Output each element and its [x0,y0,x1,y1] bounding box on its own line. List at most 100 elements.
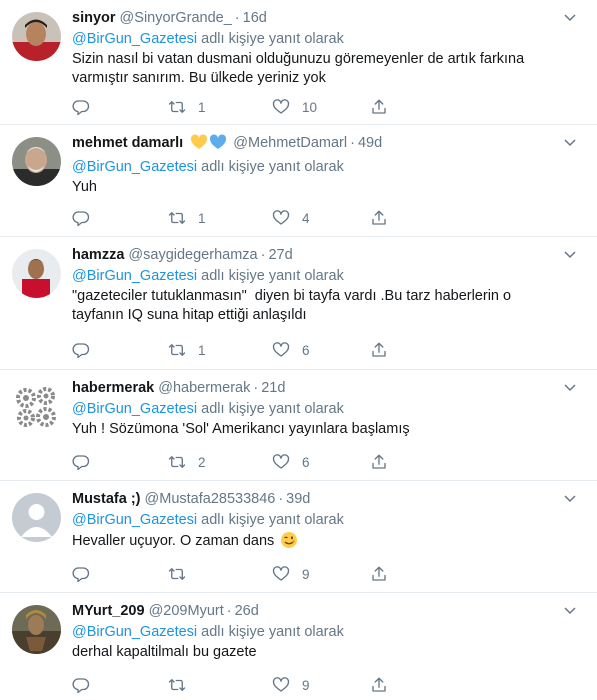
display-name[interactable]: Mustafa ;) [72,491,140,507]
display-name[interactable]: habermerak [72,380,154,396]
timestamp[interactable]: 39d [286,491,310,507]
user-handle[interactable]: @209Myurt [149,603,224,619]
reply-button[interactable] [72,209,102,227]
user-handle[interactable]: @habermerak [158,380,250,396]
heart-icon [272,677,290,692]
tweet-actions: 1 4 [72,209,402,227]
user-handle[interactable]: @SinyorGrande_ [120,10,232,26]
share-button[interactable] [370,341,388,359]
avatar[interactable] [12,382,61,431]
like-count: 10 [302,99,318,115]
more-options-button[interactable] [563,491,577,505]
reply-context-label: adlı kişiye yanıt olarak [197,624,344,640]
reply-button[interactable] [72,565,102,583]
avatar[interactable] [12,493,61,542]
tweet[interactable]: MYurt_209 @209Myurt · 26d @BirGun_Gazetesi… [0,593,597,700]
tweet[interactable]: mehmet damarlı @MehmetDamarl · 49d @BirGun… [0,125,597,237]
like-button[interactable]: 9 [272,565,310,583]
retweet-button[interactable]: 1 [168,209,206,227]
share-button[interactable] [370,676,388,694]
tweet-text: derhal kapaltilmalı bu gazete [72,644,257,660]
tweet-body: mehmet damarlı @MehmetDamarl · 49d @BirGun… [72,133,557,197]
display-name[interactable]: hamzza [72,247,124,263]
mention-link[interactable]: @BirGun_Gazetesi [72,401,197,417]
timestamp[interactable]: 27d [268,247,292,263]
reply-icon [72,455,90,471]
reply-icon [72,100,90,116]
retweet-button[interactable] [168,676,198,694]
mention-link[interactable]: @BirGun_Gazetesi [72,159,197,175]
share-button[interactable] [370,565,388,583]
display-name[interactable]: sinyor [72,10,116,26]
tweet[interactable]: habermerak @habermerak · 21d @BirGun_Gazet… [0,370,597,481]
like-button[interactable]: 4 [272,209,310,227]
like-count: 9 [302,677,310,693]
retweet-icon [168,101,186,113]
user-handle[interactable]: @Mustafa28533846 [145,491,276,507]
retweet-button[interactable] [168,565,198,583]
tweet-header: mehmet damarlı @MehmetDamarl · 49d [72,133,557,156]
tweet-body: hamzza @saygidegerhamza · 27d @BirGun_Gaze… [72,245,557,325]
mention-link[interactable]: @BirGun_Gazetesi [72,268,197,284]
like-button[interactable]: 9 [272,676,310,694]
like-button[interactable]: 6 [272,341,310,359]
user-handle[interactable]: @MehmetDamarl [233,135,347,151]
avatar[interactable] [12,12,61,61]
timestamp[interactable]: 16d [243,10,267,26]
timestamp[interactable]: 49d [358,135,382,151]
retweet-button[interactable]: 2 [168,453,206,471]
reply-button[interactable] [72,98,102,116]
mention-link[interactable]: @BirGun_Gazetesi [72,512,197,528]
reply-button[interactable] [72,676,102,694]
tweet-header: Mustafa ;) @Mustafa28533846 · 39d [72,489,557,509]
reply-button[interactable] [72,453,102,471]
chevron-down-icon [564,14,576,22]
mention-link[interactable]: @BirGun_Gazetesi [72,31,197,47]
reply-context-label: adlı kişiye yanıt olarak [197,268,344,284]
retweet-icon [168,679,186,691]
tweet[interactable]: Mustafa ;) @Mustafa28533846 · 39d @BirGun_… [0,481,597,593]
mention-link[interactable]: @BirGun_Gazetesi [72,624,197,640]
like-button[interactable]: 6 [272,453,310,471]
retweet-icon [168,212,186,224]
like-button[interactable]: 10 [272,98,317,116]
reply-context-label: adlı kişiye yanıt olarak [197,512,344,528]
share-button[interactable] [370,453,388,471]
more-options-button[interactable] [563,247,577,261]
retweet-icon [168,344,186,356]
retweet-button[interactable]: 1 [168,98,206,116]
tweet[interactable]: sinyor @SinyorGrande_ · 16d @BirGun_Gazete… [0,0,597,125]
more-options-button[interactable] [563,603,577,617]
tweet-header: sinyor @SinyorGrande_ · 16d [72,8,557,28]
tweet[interactable]: hamzza @saygidegerhamza · 27d @BirGun_Gaze… [0,237,597,370]
tweet-text: Hevaller uçuyor. O zaman dans [72,533,275,549]
avatar[interactable] [12,605,61,654]
more-options-button[interactable] [563,135,577,149]
retweet-button[interactable]: 1 [168,341,206,359]
default-avatar-icon [12,493,61,542]
reply-context: @BirGun_Gazetesi adlı kişiye yanıt olara… [72,510,557,530]
avatar[interactable] [12,137,61,186]
display-name[interactable]: MYurt_209 [72,603,145,619]
heart-icon [272,342,290,357]
share-button[interactable] [370,98,388,116]
more-options-button[interactable] [563,380,577,394]
chevron-down-icon [564,495,576,503]
share-button[interactable] [370,209,388,227]
separator-dot: · [350,135,355,151]
like-count: 9 [302,566,310,582]
reply-icon [72,567,90,583]
share-icon [372,454,386,469]
user-handle[interactable]: @saygidegerhamza [128,247,257,263]
tweet-actions: 1 6 [72,341,402,359]
avatar-image [12,12,61,61]
more-options-button[interactable] [563,10,577,24]
reply-button[interactable] [72,341,102,359]
heart-icon [272,99,290,114]
avatar[interactable] [12,249,61,298]
share-icon [372,677,386,692]
timestamp[interactable]: 26d [235,603,259,619]
timestamp[interactable]: 21d [261,380,285,396]
separator-dot: · [234,10,240,26]
display-name[interactable]: mehmet damarlı [72,135,183,151]
